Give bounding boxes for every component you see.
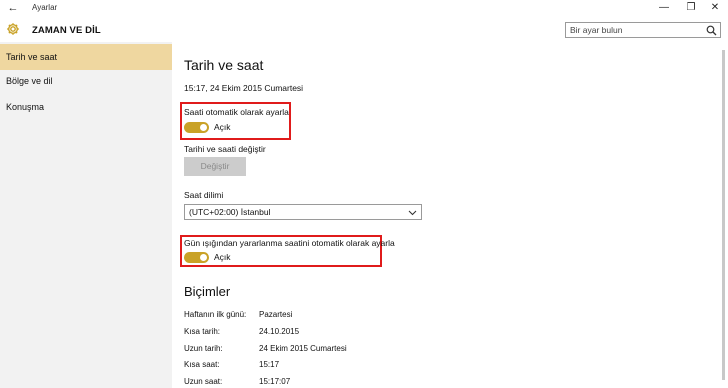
format-label: Uzun saat: [184, 377, 223, 386]
maximize-icon[interactable]: ❐ [680, 1, 702, 15]
dst-state: Açık [214, 252, 231, 262]
minimize-icon[interactable]: — [653, 1, 675, 15]
format-label: Kısa tarih: [184, 327, 221, 336]
page-title: Tarih ve saat [184, 57, 264, 73]
close-icon[interactable]: ✕ [704, 1, 726, 15]
auto-time-label: Saati otomatik olarak ayarla [184, 107, 289, 117]
sidebar-item-date-time[interactable]: Tarih ve saat [0, 44, 172, 70]
format-value: 24 Ekim 2015 Cumartesi [259, 344, 347, 353]
toggle-knob [200, 254, 207, 261]
page-category-title: ZAMAN VE DİL [32, 25, 101, 36]
format-value: Pazartesi [259, 310, 293, 319]
current-datetime: 15:17, 24 Ekim 2015 Cumartesi [184, 83, 304, 93]
back-arrow-icon[interactable]: ← [6, 2, 20, 14]
scrollbar-thumb[interactable] [722, 50, 725, 380]
timezone-value: (UTC+02:00) İstanbul [189, 207, 271, 217]
chevron-down-icon [408, 210, 417, 216]
settings-header: ZAMAN VE DİL Bir ayar bulun [0, 17, 728, 42]
search-icon[interactable] [706, 25, 717, 36]
format-value: 15:17 [259, 360, 280, 369]
change-datetime-label: Tarihi ve saati değiştir [184, 144, 266, 154]
main-content: Tarih ve saat 15:17, 24 Ekim 2015 Cumart… [172, 42, 728, 388]
change-button[interactable]: Değiştir [184, 157, 246, 176]
gear-icon [7, 23, 19, 35]
auto-time-state: Açık [214, 122, 231, 132]
format-value: 15:17:07 [259, 377, 291, 386]
window-title: Ayarlar [32, 3, 58, 12]
formats-title: Biçimler [184, 284, 231, 299]
sidebar-item-region-language[interactable]: Bölge ve dil [0, 68, 172, 94]
dst-label: Gün ışığından yararlanma saatini otomati… [184, 238, 395, 248]
timezone-select[interactable]: (UTC+02:00) İstanbul [184, 204, 422, 220]
sidebar: Tarih ve saat Bölge ve dil Konuşma [0, 42, 172, 388]
format-value: 24.10.2015 [259, 327, 300, 336]
auto-time-toggle[interactable] [184, 122, 209, 133]
sidebar-item-speech[interactable]: Konuşma [0, 94, 172, 120]
title-bar: ← Ayarlar — ❐ ✕ [0, 0, 728, 17]
format-label: Haftanın ilk günü: [184, 310, 247, 319]
format-label: Kısa saat: [184, 360, 220, 369]
search-input[interactable]: Bir ayar bulun [565, 22, 721, 38]
search-placeholder: Bir ayar bulun [570, 25, 623, 35]
dst-toggle[interactable] [184, 252, 209, 263]
format-label: Uzun tarih: [184, 344, 223, 353]
timezone-label: Saat dilimi [184, 190, 224, 200]
toggle-knob [200, 124, 207, 131]
